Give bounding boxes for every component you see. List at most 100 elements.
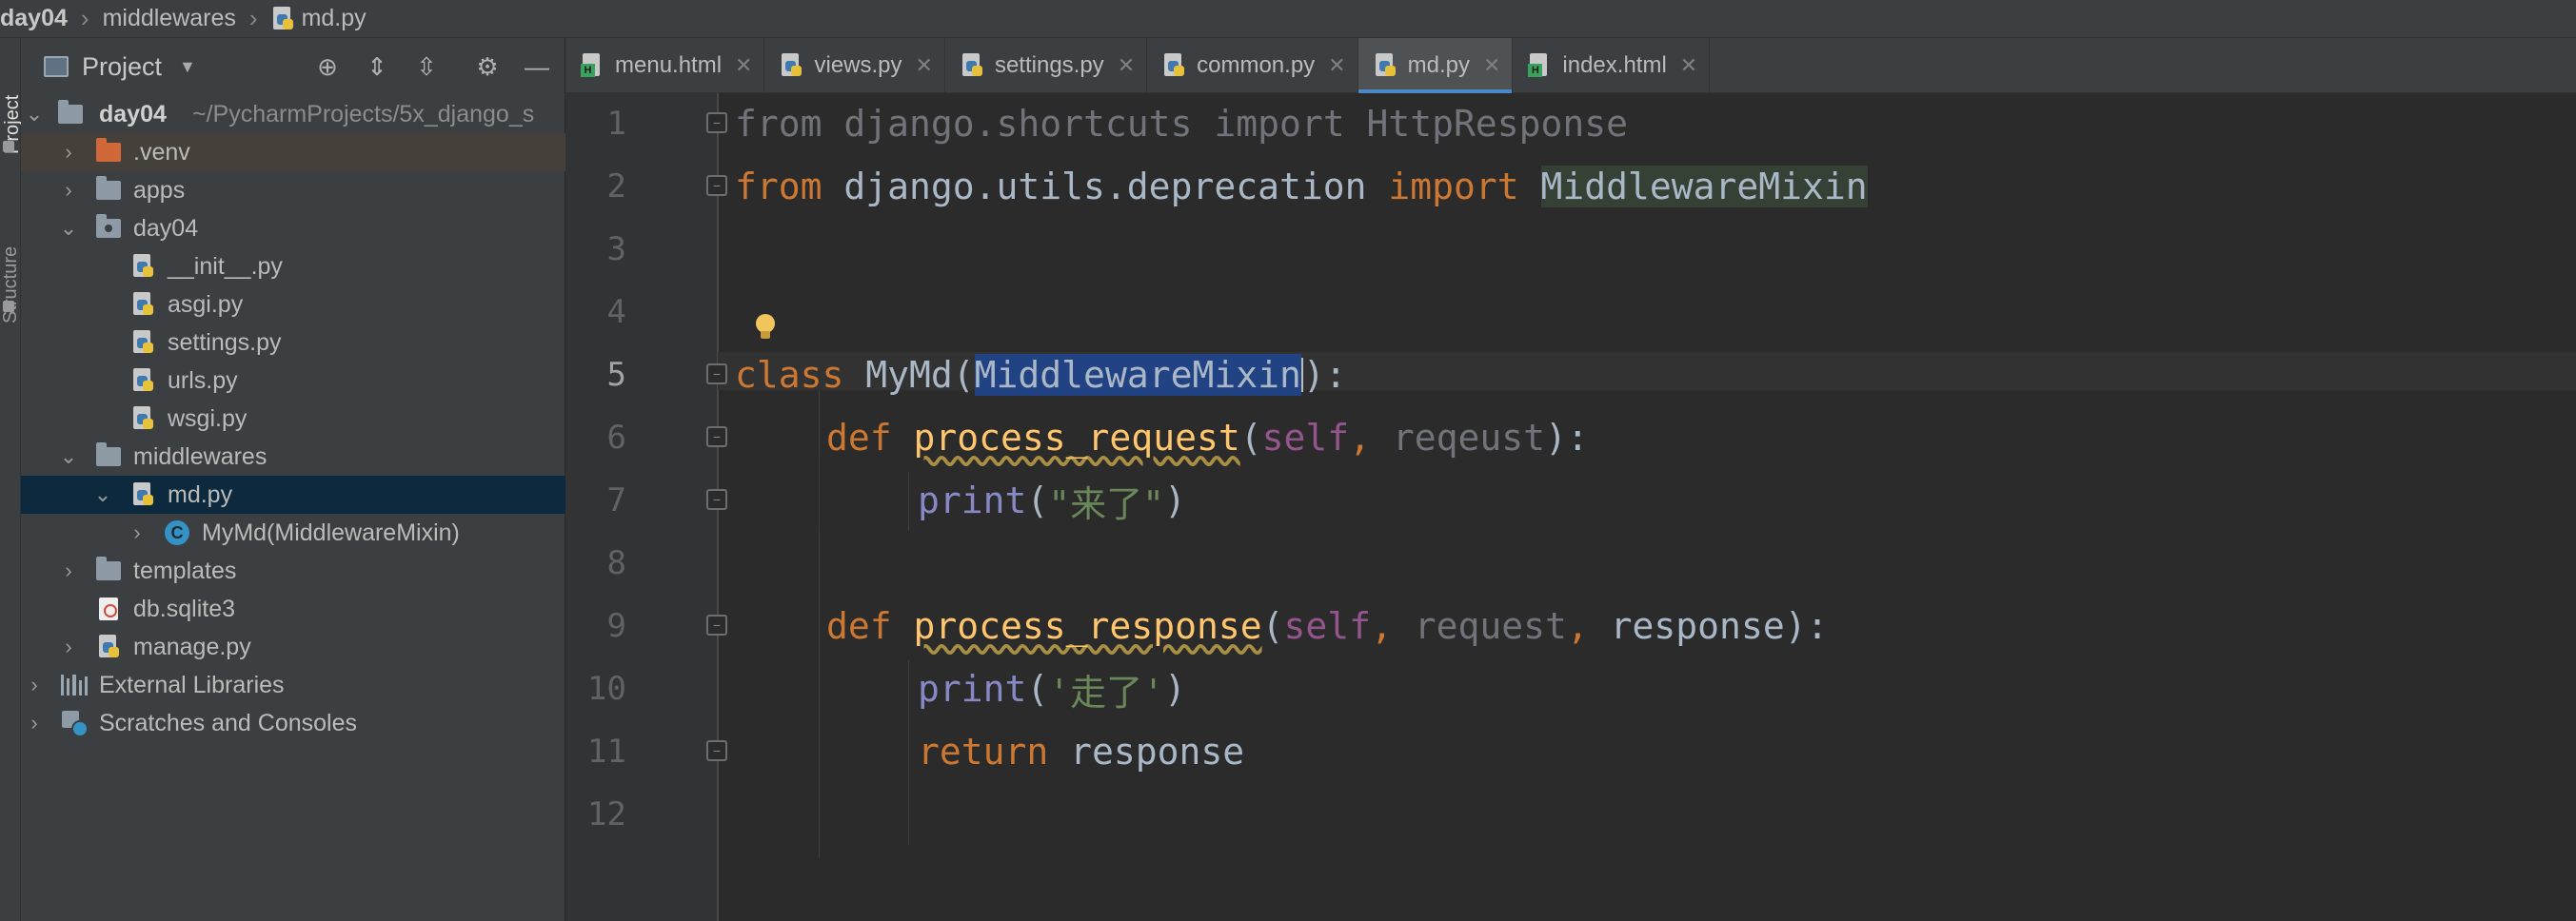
- project-title[interactable]: Project: [82, 52, 162, 82]
- tree-item-settings-py[interactable]: settings.py: [21, 323, 565, 362]
- close-icon[interactable]: ✕: [1328, 53, 1345, 78]
- line-number: 7: [606, 481, 626, 519]
- fold-marker-icon[interactable]: −: [706, 489, 727, 510]
- tab-menu-html[interactable]: H menu.html ✕: [565, 38, 765, 93]
- collapse-all-icon[interactable]: ⇳: [411, 51, 442, 82]
- database-file-icon: [95, 598, 122, 620]
- tree-item-asgi-py[interactable]: asgi.py: [21, 285, 565, 323]
- chevron-right-icon[interactable]: ›: [25, 711, 44, 735]
- code-line-6: def process_request(self, reqeust):: [826, 417, 1589, 459]
- tree-item-init-py[interactable]: __init__.py: [21, 247, 565, 285]
- close-icon[interactable]: ✕: [1483, 53, 1500, 78]
- breadcrumb-item-md-py[interactable]: md.py: [271, 5, 367, 32]
- python-file-icon: [129, 368, 156, 392]
- close-icon[interactable]: ✕: [1680, 53, 1697, 78]
- project-tree: ⌄ day04 ~/PycharmProjects/5x_django_s › …: [21, 95, 565, 742]
- python-file-icon: [1162, 53, 1187, 78]
- tree-item-md-py[interactable]: ⌄ md.py: [21, 476, 565, 514]
- tree-item-mymd-class[interactable]: › C MyMd(MiddlewareMixin): [21, 514, 565, 552]
- tree-item-venv[interactable]: › .venv: [21, 133, 565, 171]
- chevron-down-icon[interactable]: ▼: [179, 57, 196, 77]
- expand-all-icon[interactable]: ⇕: [362, 51, 392, 82]
- line-number: 5: [606, 356, 626, 394]
- folder-icon: [57, 100, 84, 126]
- lightbulb-icon[interactable]: [752, 312, 779, 343]
- tab-common-py[interactable]: common.py ✕: [1147, 38, 1358, 93]
- python-file-icon: [95, 635, 122, 658]
- python-file-icon: [129, 292, 156, 316]
- chevron-right-icon[interactable]: ›: [59, 635, 78, 659]
- html-file-icon: H: [1528, 53, 1553, 78]
- hide-panel-icon[interactable]: —: [522, 51, 552, 82]
- locate-file-icon[interactable]: ⊕: [312, 51, 343, 82]
- line-number: 6: [606, 419, 626, 457]
- tree-item-day04-root[interactable]: ⌄ day04 ~/PycharmProjects/5x_django_s: [21, 95, 565, 133]
- breadcrumb-item-middlewares[interactable]: middlewares: [103, 5, 236, 32]
- python-file-icon: [129, 406, 156, 430]
- code-line-5: class MyMd(MiddlewareMixin):: [735, 354, 1347, 396]
- fold-marker-icon[interactable]: −: [706, 615, 727, 636]
- chevron-right-icon[interactable]: ›: [59, 140, 78, 165]
- close-icon[interactable]: ✕: [1118, 53, 1135, 78]
- python-file-icon: [780, 53, 804, 78]
- project-tool-icon: [3, 141, 14, 152]
- code-line-1: from django.shortcuts import HttpRespons…: [735, 103, 1629, 145]
- code-line-7: print("来了"): [918, 480, 1186, 525]
- chevron-down-icon[interactable]: ⌄: [25, 102, 44, 127]
- line-number: 8: [606, 544, 626, 582]
- code-line-10: print('走了'): [918, 668, 1186, 714]
- fold-marker-icon[interactable]: −: [706, 426, 727, 447]
- tab-index-html[interactable]: H index.html ✕: [1513, 38, 1711, 93]
- editor-tab-bar: H menu.html ✕ views.py ✕ settings.py ✕ c…: [565, 38, 2576, 93]
- code-editor[interactable]: 1 2 3 4 5 6 7 8 9 10 11 12 − − − − − − −…: [565, 93, 2576, 921]
- code-line-2: from django.utils.deprecation import Mid…: [735, 166, 1868, 207]
- editor-gutter: 1 2 3 4 5 6 7 8 9 10 11 12: [565, 93, 718, 921]
- fold-marker-icon[interactable]: −: [706, 112, 727, 133]
- tree-item-templates[interactable]: › templates: [21, 552, 565, 590]
- folder-icon: [95, 176, 122, 202]
- chevron-down-icon[interactable]: ⌄: [59, 444, 78, 469]
- fold-marker-icon[interactable]: −: [706, 175, 727, 196]
- line-number: 2: [606, 167, 626, 206]
- fold-marker-icon[interactable]: −: [706, 363, 727, 384]
- tab-md-py[interactable]: md.py ✕: [1357, 38, 1514, 93]
- tab-settings-py[interactable]: settings.py ✕: [945, 38, 1148, 93]
- breadcrumb: day04 › middlewares › md.py: [0, 0, 2576, 38]
- close-icon[interactable]: ✕: [916, 53, 933, 78]
- text-selection: MiddlewareMixin: [974, 354, 1301, 396]
- chevron-right-icon: ›: [80, 4, 89, 32]
- indent-guide: [908, 660, 909, 845]
- project-panel: Project ▼ ⊕ ⇕ ⇳ ⚙ — ⌄ day04 ~/PycharmPro…: [21, 38, 565, 921]
- gear-icon[interactable]: ⚙: [472, 51, 503, 82]
- tree-item-day04-package[interactable]: ⌄ day04: [21, 209, 565, 247]
- line-number: 4: [606, 293, 626, 331]
- python-file-icon: [129, 254, 156, 278]
- tree-item-manage-py[interactable]: › manage.py: [21, 628, 565, 666]
- chevron-right-icon[interactable]: ›: [25, 673, 44, 697]
- tree-item-db-sqlite3[interactable]: db.sqlite3: [21, 590, 565, 628]
- scratches-icon: [61, 711, 89, 737]
- chevron-right-icon[interactable]: ›: [59, 558, 78, 583]
- chevron-down-icon[interactable]: ⌄: [93, 482, 112, 507]
- line-number: 10: [587, 670, 626, 708]
- tree-item-wsgi-py[interactable]: wsgi.py: [21, 400, 565, 438]
- line-number: 1: [606, 105, 626, 143]
- structure-tool-icon: [3, 301, 14, 312]
- tree-item-apps[interactable]: › apps: [21, 171, 565, 209]
- package-folder-icon: [95, 214, 122, 240]
- tree-item-scratches[interactable]: › Scratches and Consoles: [21, 704, 565, 742]
- python-file-icon: [129, 330, 156, 354]
- line-number: 3: [606, 230, 626, 268]
- chevron-down-icon[interactable]: ⌄: [59, 216, 78, 241]
- indent-guide: [819, 455, 820, 529]
- chevron-right-icon[interactable]: ›: [128, 520, 147, 545]
- breadcrumb-item-day04[interactable]: day04: [0, 5, 68, 32]
- python-file-icon: [129, 482, 156, 506]
- tree-item-urls-py[interactable]: urls.py: [21, 362, 565, 400]
- tree-item-external-libraries[interactable]: › External Libraries: [21, 666, 565, 704]
- tree-item-middlewares[interactable]: ⌄ middlewares: [21, 438, 565, 476]
- close-icon[interactable]: ✕: [735, 53, 752, 78]
- fold-marker-icon[interactable]: −: [706, 740, 727, 761]
- chevron-right-icon[interactable]: ›: [59, 178, 78, 203]
- tab-views-py[interactable]: views.py ✕: [764, 38, 945, 93]
